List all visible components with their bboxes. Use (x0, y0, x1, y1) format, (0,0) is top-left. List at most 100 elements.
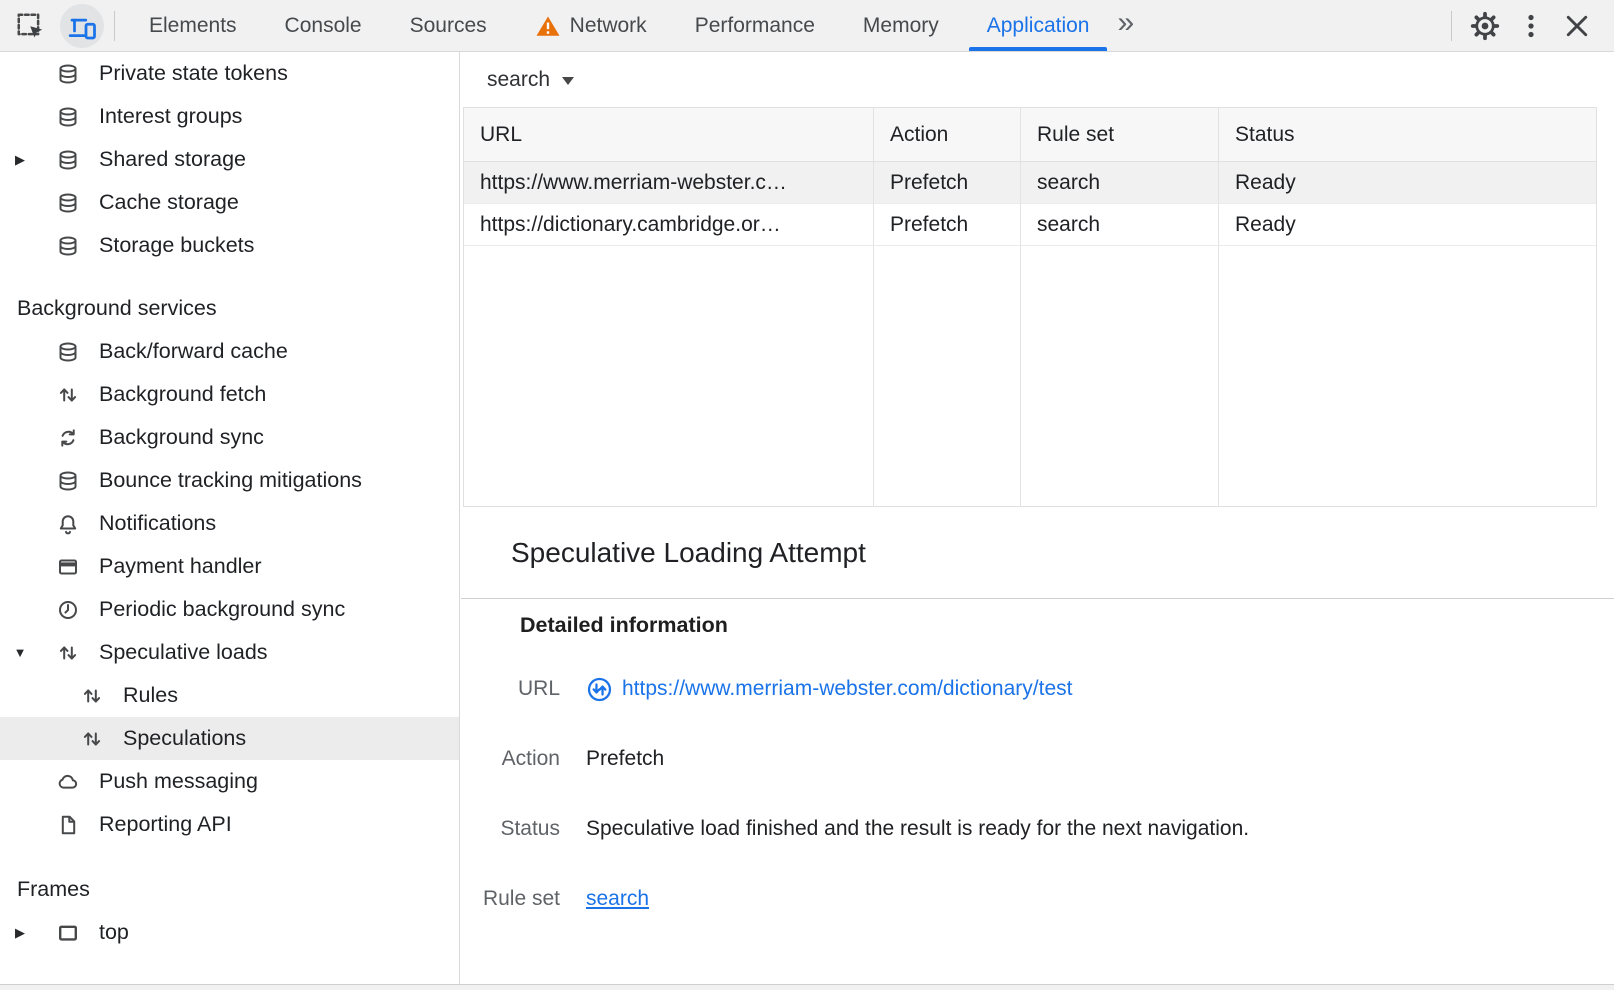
devtools-toolbar: Elements Console Sources Network Perform… (0, 0, 1614, 52)
sidebar-item-notifications[interactable]: Notifications (0, 502, 459, 545)
ruleset-filter-dropdown[interactable]: search (487, 68, 574, 92)
inspect-cursor-icon (15, 11, 45, 41)
tab-network[interactable]: Network (511, 0, 671, 51)
application-panel-sidebar: Private state tokens Interest groups ▶ S… (0, 52, 460, 984)
table-row-1-rule-set[interactable]: search (1021, 162, 1219, 204)
table-row-2-url[interactable]: https://dictionary.cambridge.or… (464, 204, 874, 246)
table-empty-area (1219, 246, 1596, 506)
attempt-details: Detailed information URL https://www.mer… (461, 599, 1614, 913)
sidebar-item-interest-groups[interactable]: Interest groups (0, 95, 459, 138)
database-icon (56, 148, 80, 172)
speculative-load-icon (586, 676, 613, 703)
detail-row-status: Status Speculative load finished and the… (461, 815, 1614, 843)
tab-application[interactable]: Application (963, 0, 1114, 51)
database-icon (56, 340, 80, 364)
speculations-table: URL Action Rule set Status https://www.m… (463, 107, 1597, 507)
tab-memory[interactable]: Memory (839, 0, 963, 51)
column-header-status[interactable]: Status (1219, 108, 1596, 162)
clock-icon (56, 598, 80, 622)
sidebar-item-bounce-tracking-mitigations[interactable]: Bounce tracking mitigations (0, 459, 459, 502)
status-label: Status (461, 815, 560, 843)
gear-icon (1470, 11, 1500, 41)
up-down-arrows-icon (80, 727, 104, 751)
sidebar-item-private-state-tokens[interactable]: Private state tokens (0, 52, 459, 95)
table-empty-area (874, 246, 1021, 506)
devtools-window: Elements Console Sources Network Perform… (0, 0, 1614, 990)
speculations-view: search URL Action Rule set Status https:… (461, 52, 1614, 984)
table-row-2-status[interactable]: Ready (1219, 204, 1596, 246)
sidebar-item-speculations[interactable]: Speculations (0, 717, 459, 760)
sidebar-item-background-fetch[interactable]: Background fetch (0, 373, 459, 416)
sync-icon (56, 426, 80, 450)
column-header-url[interactable]: URL (464, 108, 874, 162)
sidebar-item-cache-storage[interactable]: Cache storage (0, 181, 459, 224)
column-header-action[interactable]: Action (874, 108, 1021, 162)
frame-icon (56, 921, 80, 945)
collapse-arrow[interactable]: ▼ (0, 645, 40, 660)
device-toolbar-icon (67, 11, 97, 41)
application-tree: Private state tokens Interest groups ▶ S… (0, 52, 459, 954)
url-label: URL (461, 675, 560, 703)
close-icon (1562, 11, 1592, 41)
status-value: Speculative load finished and the result… (586, 815, 1249, 843)
column-header-rule-set[interactable]: Rule set (1021, 108, 1219, 162)
table-row-2-rule-set[interactable]: search (1021, 204, 1219, 246)
attempt-title: Speculative Loading Attempt (511, 537, 866, 569)
active-tab-underline (969, 47, 1108, 51)
database-icon (56, 62, 80, 86)
sidebar-item-shared-storage[interactable]: ▶ Shared storage (0, 138, 459, 181)
window-bottom-edge (0, 984, 1614, 990)
close-devtools-button[interactable] (1554, 3, 1600, 49)
rule-set-link[interactable]: search (586, 885, 649, 913)
sidebar-item-push-messaging[interactable]: Push messaging (0, 760, 459, 803)
details-heading: Detailed information (520, 611, 1614, 639)
panel-tabs: Elements Console Sources Network Perform… (125, 0, 1144, 51)
cloud-icon (56, 770, 80, 794)
tab-performance[interactable]: Performance (671, 0, 839, 51)
up-down-arrows-icon (80, 684, 104, 708)
sidebar-item-reporting-api[interactable]: Reporting API (0, 803, 459, 846)
sidebar-item-storage-buckets[interactable]: Storage buckets (0, 224, 459, 267)
ruleset-filter-bar: search (461, 52, 1614, 107)
toolbar-separator (114, 11, 115, 41)
table-row-1-url[interactable]: https://www.merriam-webster.c… (464, 162, 874, 204)
bell-icon (56, 512, 80, 536)
database-icon (56, 191, 80, 215)
warning-icon (535, 13, 561, 39)
toolbar-separator (1451, 11, 1452, 41)
device-toolbar-button[interactable] (60, 4, 104, 48)
payment-card-icon (56, 555, 80, 579)
up-down-arrows-icon (56, 383, 80, 407)
attempt-url-link[interactable]: https://www.merriam-webster.com/dictiona… (622, 675, 1072, 703)
tab-sources[interactable]: Sources (386, 0, 511, 51)
sidebar-item-payment-handler[interactable]: Payment handler (0, 545, 459, 588)
attempt-header: Speculative Loading Attempt (461, 507, 1614, 599)
up-down-arrows-icon (56, 641, 80, 665)
inspect-element-button[interactable] (8, 4, 52, 48)
sidebar-item-back-forward-cache[interactable]: Back/forward cache (0, 330, 459, 373)
ruleset-filter-value: search (487, 68, 550, 92)
table-empty-area (1021, 246, 1219, 506)
tab-console[interactable]: Console (261, 0, 386, 51)
table-row-2-action[interactable]: Prefetch (874, 204, 1021, 246)
sidebar-item-speculative-loads[interactable]: ▼ Speculative loads (0, 631, 459, 674)
more-options-button[interactable] (1508, 3, 1554, 49)
section-header-background-services: Background services (0, 287, 459, 330)
settings-button[interactable] (1462, 3, 1508, 49)
three-dots-icon (1516, 11, 1546, 41)
expand-arrow[interactable]: ▶ (0, 152, 40, 168)
tab-elements[interactable]: Elements (125, 0, 261, 51)
more-tabs-button[interactable]: » (1113, 0, 1144, 51)
sidebar-item-periodic-background-sync[interactable]: Periodic background sync (0, 588, 459, 631)
table-row-1-status[interactable]: Ready (1219, 162, 1596, 204)
table-row-1-action[interactable]: Prefetch (874, 162, 1021, 204)
sidebar-item-background-sync[interactable]: Background sync (0, 416, 459, 459)
table-empty-area (464, 246, 874, 506)
section-header-frames: Frames (0, 868, 459, 911)
detail-row-rule-set: Rule set search (461, 885, 1614, 913)
action-label: Action (461, 745, 560, 773)
detail-row-action: Action Prefetch (461, 745, 1614, 773)
sidebar-item-rules[interactable]: Rules (0, 674, 459, 717)
sidebar-item-top-frame[interactable]: ▶ top (0, 911, 459, 954)
expand-arrow[interactable]: ▶ (0, 925, 40, 941)
